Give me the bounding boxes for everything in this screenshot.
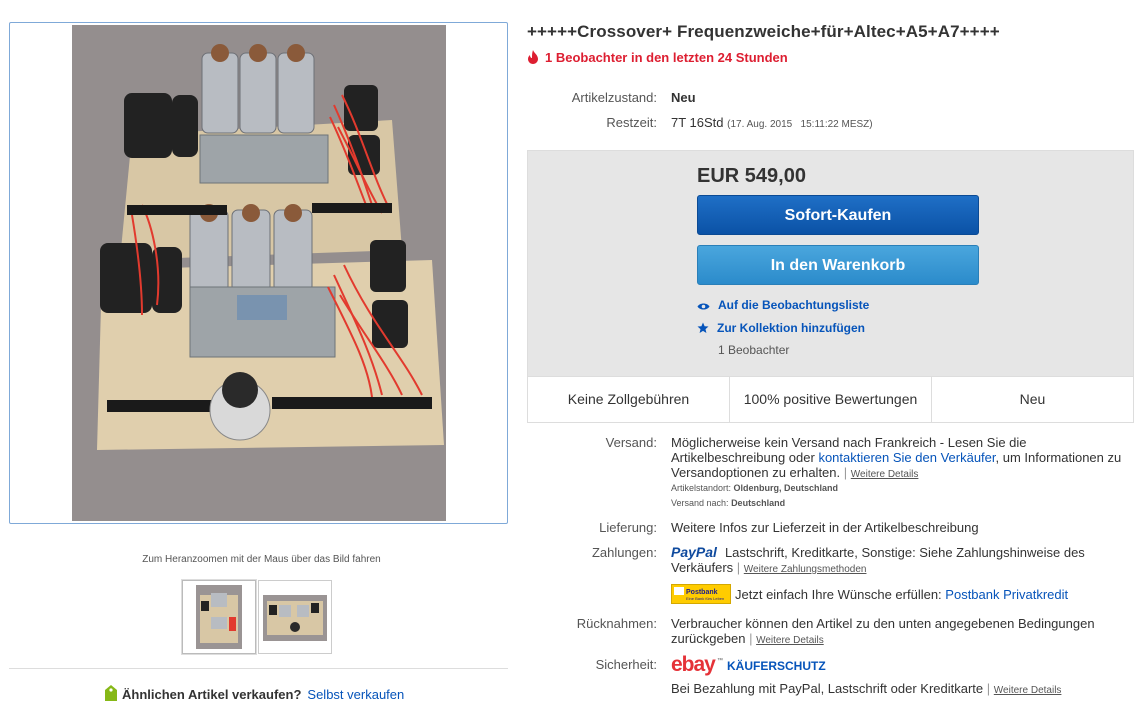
price: EUR 549,00: [697, 165, 806, 187]
security-details: Bei Bezahlung mit PayPal, Lastschrift od…: [671, 681, 1062, 696]
returns-details: Verbraucher können den Artikel zu den un…: [671, 616, 1131, 648]
shipping-text-3: , um Informationen zu: [995, 450, 1122, 465]
postbank-logo-text: Postbank: [686, 589, 718, 596]
shipping-text-1: Möglicherweise kein Versand nach Frankre…: [671, 435, 1027, 450]
shipping-more-link[interactable]: Weitere Details: [851, 469, 919, 480]
delivery-label: Lieferung:: [599, 520, 657, 535]
time-left-label: Restzeit:: [606, 115, 657, 130]
returns-text-2: zurückgeben: [671, 631, 746, 646]
time-left-value: 7T 16Std: [671, 115, 724, 130]
buy-now-button[interactable]: Sofort-Kaufen: [697, 195, 979, 235]
postbank-tagline: Eine Bank fürs Leben: [686, 596, 724, 601]
condition-label: Artikelzustand:: [571, 90, 657, 105]
shipping-text-2: Artikelbeschreibung oder: [671, 450, 815, 465]
watchers-alert-text: 1 Beobachter in den letzten 24 Stunden: [545, 50, 788, 65]
product-photo[interactable]: [72, 25, 446, 521]
feature-condition: Neu: [1019, 391, 1046, 407]
watchlist-label: Auf die Beobachtungsliste: [718, 298, 870, 312]
security-label: Sicherheit:: [595, 657, 657, 672]
security-more-link[interactable]: Weitere Details: [994, 685, 1062, 696]
thumbnail-1[interactable]: [182, 580, 256, 654]
ships-to: Versand nach: Deutschland: [671, 498, 785, 508]
thumbnail-image: [196, 585, 242, 649]
listing-title: +++++Crossover+ Frequenzweiche+für+Altec…: [527, 22, 1000, 41]
sell-similar-question: Ähnlichen Artikel verkaufen?: [122, 687, 302, 702]
divider: [9, 668, 508, 669]
returns-label: Rücknahmen:: [576, 616, 657, 631]
add-to-cart-button[interactable]: In den Warenkorb: [697, 245, 979, 285]
postbank-logo-graphic: Postbank Eine Bank fürs Leben: [674, 587, 724, 601]
time-left: 7T 16Std (17. Aug. 2015 15:11:22 MESZ): [671, 115, 873, 130]
price-tag-icon: [105, 685, 117, 701]
sell-similar: Ähnlichen Artikel verkaufen? Selbst verka…: [104, 684, 404, 702]
item-location-value: Oldenburg, Deutschland: [733, 483, 839, 493]
add-to-watchlist-link[interactable]: Auf die Beobachtungsliste: [697, 298, 869, 312]
add-to-collection-link[interactable]: Zur Kollektion hinzufügen: [697, 321, 865, 335]
thumbnail-2[interactable]: [258, 580, 332, 654]
postbank-text: Jetzt einfach Ihre Wünsche erfüllen:: [735, 587, 942, 602]
payment-methods-text-2: Verkäufers: [671, 560, 734, 575]
returns-more-link[interactable]: Weitere Details: [756, 635, 824, 646]
end-time: (17. Aug. 2015 15:11:22 MESZ): [727, 119, 873, 130]
item-location-label: Artikelstandort:: [671, 483, 732, 493]
postbank-offer: Jetzt einfach Ihre Wünsche erfüllen: Pos…: [735, 587, 1068, 602]
delivery-value: Weitere Infos zur Lieferzeit in der Arti…: [671, 520, 979, 535]
payment-methods-text: Lastschrift, Kreditkarte, Sonstige: Sieh…: [724, 545, 1085, 560]
ebay-logo-text: ebay: [671, 653, 716, 676]
payment-methods: PayPal Lastschrift, Kreditkarte, Sonstige…: [671, 544, 1085, 576]
condition-value: Neu: [671, 90, 696, 105]
ships-to-label: Versand nach:: [671, 498, 729, 508]
eye-icon: [697, 303, 710, 310]
shipping-details: Möglicherweise kein Versand nach Frankre…: [671, 435, 1131, 482]
ships-to-value: Deutschland: [731, 498, 786, 508]
thumbnail-image: [263, 595, 327, 641]
postbank-credit-link[interactable]: Postbank Privatkredit: [945, 587, 1068, 602]
ebay-buyer-protection-logo: ebay ™ KÄUFERSCHUTZ: [671, 652, 831, 681]
feature-no-customs: Keine Zollgebühren: [528, 377, 730, 422]
watchers-alert: 1 Beobachter in den letzten 24 Stunden: [527, 50, 788, 65]
watcher-count: 1 Beobachter: [718, 343, 790, 357]
item-location: Artikelstandort: Oldenburg, Deutschland: [671, 483, 838, 493]
shipping-text-4: Versandoptionen zu erhalten.: [671, 465, 841, 480]
feature-bar: Keine Zollgebühren 100% positive Bewertu…: [527, 377, 1134, 423]
contact-seller-link[interactable]: kontaktieren Sie den Verkäufer: [818, 450, 995, 465]
star-icon: [697, 322, 709, 333]
flame-icon: [528, 50, 538, 64]
buyer-protection-text: KÄUFERSCHUTZ: [727, 658, 826, 673]
shipping-label: Versand:: [605, 435, 657, 450]
main-image-frame[interactable]: [9, 22, 508, 524]
returns-text-1: Verbraucher können den Artikel zu den un…: [671, 616, 1095, 631]
ebay-logo: ebay ™ KÄUFERSCHUTZ: [671, 653, 826, 676]
postbank-logo: Postbank Eine Bank fürs Leben: [671, 584, 731, 604]
zoom-hint: Zum Heranzoomen mit der Maus über das Bi…: [142, 554, 381, 565]
feature-positive-ratings: 100% positive Bewertungen: [730, 377, 932, 422]
security-text: Bei Bezahlung mit PayPal, Lastschrift od…: [671, 681, 984, 696]
paypal-logo: PayPal: [671, 544, 717, 560]
payment-more-link[interactable]: Weitere Zahlungsmethoden: [744, 564, 867, 575]
collection-label: Zur Kollektion hinzufügen: [717, 321, 865, 335]
ebay-logo-tm: ™: [717, 657, 723, 664]
sell-yourself-link[interactable]: Selbst verkaufen: [307, 687, 404, 702]
payments-label: Zahlungen:: [591, 545, 657, 560]
